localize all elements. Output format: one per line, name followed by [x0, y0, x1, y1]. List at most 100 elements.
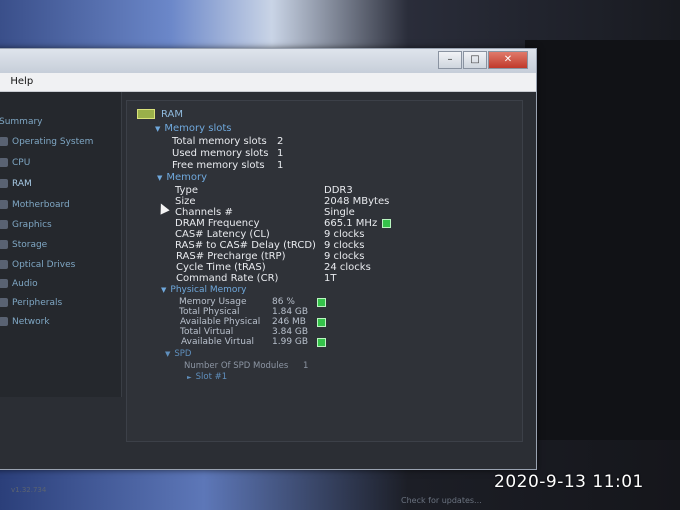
- memory-slots-header[interactable]: ▼ Memory slots: [155, 123, 231, 134]
- graphics-icon: [0, 220, 8, 229]
- total-physical-label: Total Physical: [179, 307, 240, 317]
- spd-modules-value: 1: [303, 361, 309, 371]
- storage-icon: [0, 240, 8, 249]
- spd-slot-1[interactable]: ► Slot #1: [187, 372, 227, 382]
- menu-view[interactable]: w: [0, 73, 1, 87]
- sidebar-item-label: Optical Drives: [12, 260, 76, 270]
- channels-value: Single: [324, 207, 355, 218]
- collapse-triangle-icon: ▼: [161, 286, 167, 294]
- collapse-triangle-icon: ▼: [157, 174, 163, 182]
- spd-header[interactable]: ▼ SPD: [165, 349, 191, 359]
- cycle-time-label: Cycle Time (tRAS): [176, 262, 266, 273]
- sidebar-item-motherboard[interactable]: Motherboard: [0, 200, 70, 210]
- cycle-time-value: 24 clocks: [324, 262, 371, 273]
- sidebar-item-label: Storage: [12, 240, 48, 250]
- network-icon: [0, 317, 8, 326]
- total-physical-value: 1.84 GB: [272, 307, 309, 317]
- size-label: Size: [175, 196, 196, 207]
- optical-drive-icon: [0, 260, 8, 269]
- type-value: DDR3: [324, 185, 353, 196]
- section-header-text: Physical Memory: [170, 285, 247, 295]
- motherboard-icon: [0, 200, 8, 209]
- available-physical-label: Available Physical: [180, 317, 261, 327]
- available-virtual-value: 1.99 GB: [272, 337, 309, 347]
- check-for-updates-link[interactable]: Check for updates...: [401, 496, 482, 505]
- free-memory-slots-value: 1: [277, 160, 284, 171]
- peripherals-icon: [0, 298, 8, 307]
- spd-slot-label: Slot #1: [195, 372, 228, 382]
- ras-precharge-label: RAS# Precharge (tRP): [176, 251, 286, 262]
- sidebar-item-label: Graphics: [12, 220, 52, 230]
- command-rate-value: 1T: [324, 273, 337, 284]
- used-memory-slots-label: Used memory slots: [172, 148, 269, 159]
- os-icon: [0, 137, 8, 146]
- sidebar-item-label: Motherboard: [12, 200, 70, 210]
- sidebar-item-peripherals[interactable]: Peripherals: [0, 298, 62, 308]
- available-physical-value: 246 MB: [272, 317, 306, 327]
- available-virtual-indicator-icon: [317, 338, 326, 347]
- sidebar: Summary Operating System CPU RAM Motherb…: [0, 92, 122, 397]
- ram-module-icon: [137, 109, 155, 119]
- sidebar-item-label: CPU: [12, 158, 31, 168]
- sidebar-item-graphics[interactable]: Graphics: [0, 220, 52, 230]
- free-memory-slots-label: Free memory slots: [172, 160, 265, 171]
- sidebar-item-label: Peripherals: [12, 298, 63, 308]
- sidebar-item-cpu[interactable]: CPU: [0, 158, 30, 168]
- ras-to-cas-label: RAS# to CAS# Delay (tRCD): [175, 240, 316, 251]
- collapse-triangle-icon: ▼: [165, 350, 171, 358]
- sidebar-item-label: Summary: [0, 117, 43, 127]
- photo-timestamp: 2020-9-13 11:01: [494, 472, 644, 492]
- sidebar-item-label: Network: [12, 317, 50, 327]
- minimize-button[interactable]: –: [438, 51, 462, 69]
- sidebar-item-audio[interactable]: Audio: [0, 279, 38, 289]
- sidebar-item-network[interactable]: Network: [0, 317, 50, 327]
- ras-precharge-value: 9 clocks: [324, 251, 365, 262]
- section-header-text: SPD: [174, 349, 192, 359]
- section-header-text: Memory: [166, 172, 208, 183]
- content-area: Summary Operating System CPU RAM Motherb…: [0, 92, 536, 505]
- close-button[interactable]: ✕: [488, 51, 528, 69]
- maximize-button[interactable]: □: [463, 51, 487, 69]
- available-virtual-label: Available Virtual: [181, 337, 255, 347]
- type-label: Type: [175, 185, 198, 196]
- sidebar-item-storage[interactable]: Storage: [0, 240, 47, 250]
- sidebar-item-label: Audio: [12, 279, 38, 289]
- total-memory-slots-label: Total memory slots: [172, 136, 267, 147]
- total-memory-slots-value: 2: [277, 136, 284, 147]
- menu-help[interactable]: Help: [4, 73, 39, 87]
- audio-icon: [0, 279, 8, 288]
- speccy-window: – □ ✕ w Help Summary Operating System CP…: [0, 48, 537, 505]
- sidebar-item-ram[interactable]: RAM: [0, 179, 32, 189]
- cas-latency-value: 9 clocks: [324, 229, 365, 240]
- sidebar-item-summary[interactable]: Summary: [0, 117, 43, 127]
- panel-title: RAM: [137, 109, 183, 120]
- menu-bar: w Help: [0, 73, 536, 92]
- collapse-triangle-icon: ▼: [155, 125, 161, 133]
- version-label: v1.32.734: [11, 486, 47, 494]
- total-virtual-value: 3.84 GB: [272, 327, 309, 337]
- memory-usage-value: 86 %: [272, 297, 295, 307]
- sidebar-item-operating-system[interactable]: Operating System: [0, 137, 93, 147]
- channels-label: Channels #: [175, 207, 233, 218]
- size-value: 2048 MBytes: [324, 196, 390, 207]
- dram-frequency-value: 665.1 MHz: [324, 218, 378, 229]
- frequency-indicator-icon: [382, 219, 391, 228]
- section-header-text: Memory slots: [164, 123, 232, 134]
- panel-title-text: RAM: [161, 109, 184, 120]
- ram-icon: [0, 179, 8, 188]
- total-virtual-label: Total Virtual: [180, 327, 234, 337]
- sidebar-item-label: RAM: [12, 179, 32, 189]
- ram-details-panel: RAM ▼ Memory slots Total memory slots 2 U…: [126, 100, 523, 442]
- memory-usage-label: Memory Usage: [179, 297, 247, 307]
- dram-frequency-label: DRAM Frequency: [175, 218, 260, 229]
- command-rate-label: Command Rate (CR): [176, 273, 279, 284]
- physical-memory-header[interactable]: ▼ Physical Memory: [161, 285, 246, 295]
- ras-to-cas-value: 9 clocks: [324, 240, 365, 251]
- background-right: [525, 40, 680, 470]
- expand-triangle-icon: ►: [187, 374, 192, 381]
- cpu-icon: [0, 158, 8, 167]
- available-physical-indicator-icon: [317, 318, 326, 327]
- sidebar-item-optical-drives[interactable]: Optical Drives: [0, 260, 75, 270]
- title-bar[interactable]: – □ ✕: [0, 49, 536, 73]
- memory-header[interactable]: ▼ Memory: [157, 172, 207, 183]
